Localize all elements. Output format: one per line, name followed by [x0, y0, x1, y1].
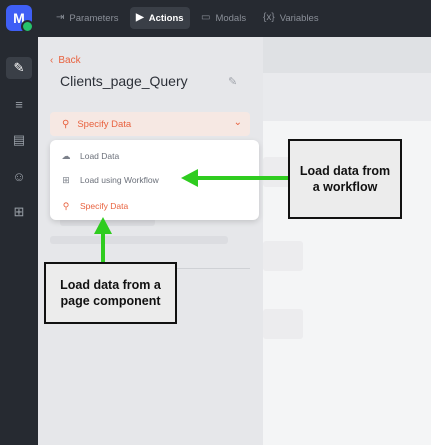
arrow-head-workflow — [181, 169, 198, 187]
annotation-arrows — [94, 169, 288, 262]
callout-text: Load data from a page component — [60, 278, 161, 308]
callout-workflow: Load data from a workflow — [288, 139, 402, 219]
callout-text: Load data from a workflow — [299, 164, 391, 194]
arrow-head-component — [94, 217, 112, 234]
callout-component: Load data from a page component — [44, 262, 177, 324]
